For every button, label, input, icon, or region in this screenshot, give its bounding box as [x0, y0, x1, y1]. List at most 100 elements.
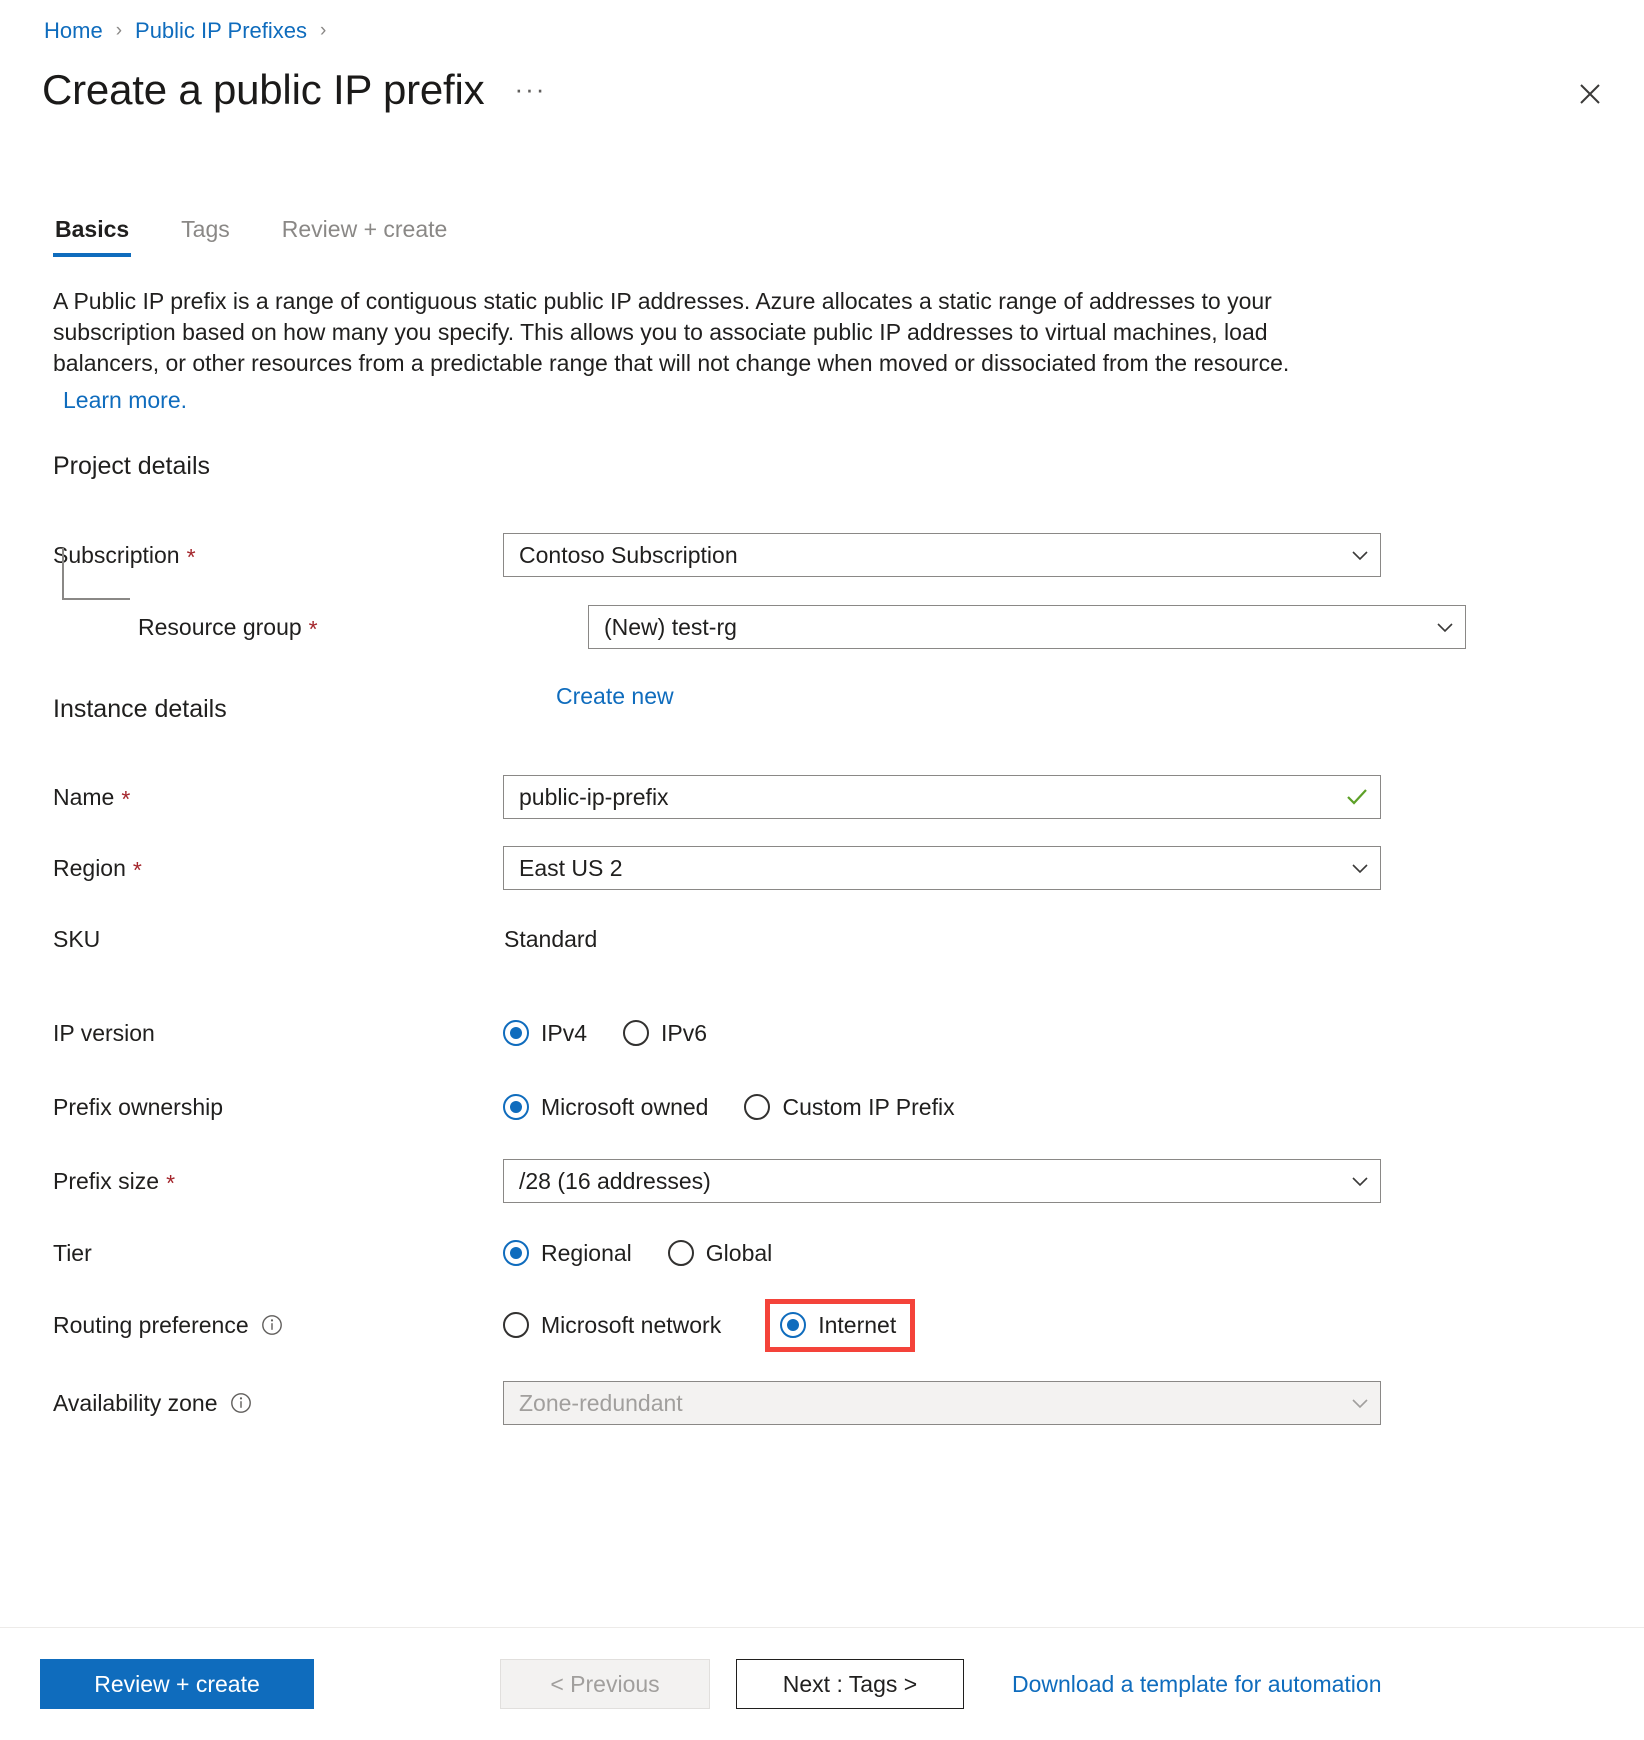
- sku-control: Standard: [503, 926, 1383, 953]
- ip-version-label: IP version: [53, 1020, 503, 1047]
- chevron-down-icon: [1340, 857, 1380, 879]
- region-label: Region *: [53, 855, 503, 882]
- ip-version-label-text: IP version: [53, 1020, 155, 1047]
- form-row-prefix-ownership: Prefix ownership Microsoft owned Custom …: [53, 1082, 1383, 1132]
- prefix-ownership-control: Microsoft owned Custom IP Prefix: [503, 1094, 1383, 1121]
- prefix-ownership-label: Prefix ownership: [53, 1094, 503, 1121]
- breadcrumb-separator-icon-2: ›: [320, 16, 326, 46]
- breadcrumb-item-public-ip-prefixes[interactable]: Public IP Prefixes: [135, 16, 307, 46]
- ip-version-control: IPv4 IPv6: [503, 1020, 1383, 1047]
- ip-version-radio-group: IPv4 IPv6: [503, 1020, 707, 1047]
- subscription-dropdown[interactable]: Contoso Subscription: [503, 533, 1381, 577]
- resource-group-tree-connector: [62, 548, 130, 600]
- tab-review-create[interactable]: Review + create: [280, 212, 450, 257]
- prefix-ownership-radio-group: Microsoft owned Custom IP Prefix: [503, 1094, 955, 1121]
- form-row-ip-version: IP version IPv4 IPv6: [53, 1008, 1383, 1058]
- form-row-prefix-size: Prefix size * /28 (16 addresses): [53, 1156, 1383, 1206]
- create-public-ip-prefix-blade: Home › Public IP Prefixes › Create a pub…: [0, 0, 1644, 1740]
- radio-custom-ip-prefix-label: Custom IP Prefix: [782, 1094, 954, 1121]
- resource-group-value: (New) test-rg: [589, 614, 1425, 641]
- radio-microsoft-network-label: Microsoft network: [541, 1312, 721, 1339]
- form-row-tier: Tier Regional Global: [53, 1228, 1383, 1278]
- blade-title-row: Create a public IP prefix ···: [42, 62, 546, 118]
- radio-custom-ip-prefix[interactable]: Custom IP Prefix: [744, 1094, 954, 1121]
- region-control: East US 2: [503, 846, 1383, 890]
- tier-label-text: Tier: [53, 1240, 92, 1267]
- info-icon[interactable]: [230, 1392, 252, 1414]
- section-heading-instance-details: Instance details: [53, 695, 227, 724]
- name-label-text: Name: [53, 784, 114, 811]
- breadcrumb-item-home[interactable]: Home: [44, 16, 103, 46]
- info-icon[interactable]: [261, 1314, 283, 1336]
- download-template-link[interactable]: Download a template for automation: [1012, 1671, 1382, 1698]
- review-create-button[interactable]: Review + create: [40, 1659, 314, 1709]
- prefix-size-label-text: Prefix size: [53, 1168, 159, 1195]
- region-value: East US 2: [504, 855, 1340, 882]
- radio-ipv6[interactable]: IPv6: [623, 1020, 707, 1047]
- radio-internet[interactable]: Internet: [780, 1312, 896, 1339]
- routing-preference-control: Microsoft network Internet: [503, 1299, 1383, 1352]
- breadcrumb-separator-icon: ›: [116, 16, 122, 46]
- sku-label: SKU: [53, 926, 503, 953]
- radio-dot-icon: [668, 1240, 694, 1266]
- form-row-sku: SKU Standard: [53, 914, 1383, 964]
- chevron-down-icon: [1340, 1392, 1380, 1414]
- blade-description: A Public IP prefix is a range of contigu…: [53, 286, 1323, 416]
- radio-internet-label: Internet: [818, 1312, 896, 1339]
- availability-zone-value: Zone-redundant: [504, 1390, 1340, 1417]
- availability-zone-dropdown: Zone-redundant: [503, 1381, 1381, 1425]
- close-button[interactable]: [1564, 68, 1616, 120]
- required-asterisk: *: [309, 618, 318, 641]
- blade-footer: Review + create < Previous Next : Tags >…: [0, 1628, 1644, 1740]
- breadcrumb: Home › Public IP Prefixes ›: [44, 16, 339, 46]
- radio-dot-icon: [503, 1094, 529, 1120]
- name-input[interactable]: public-ip-prefix: [503, 775, 1381, 819]
- internet-option-highlight: Internet: [765, 1299, 915, 1352]
- chevron-down-icon: [1340, 1170, 1380, 1192]
- subscription-control: Contoso Subscription: [503, 533, 1383, 577]
- region-dropdown[interactable]: East US 2: [503, 846, 1381, 890]
- create-new-resource-group-link[interactable]: Create new: [556, 683, 674, 710]
- learn-more-link[interactable]: Learn more.: [63, 385, 187, 416]
- radio-regional-label: Regional: [541, 1240, 632, 1267]
- chevron-down-icon: [1340, 544, 1380, 566]
- name-control: public-ip-prefix: [503, 775, 1383, 819]
- radio-regional[interactable]: Regional: [503, 1240, 632, 1267]
- radio-microsoft-network[interactable]: Microsoft network: [503, 1312, 721, 1339]
- radio-dot-icon: [623, 1020, 649, 1046]
- form-row-routing-preference: Routing preference Microsoft network: [53, 1300, 1383, 1350]
- chevron-down-icon: [1425, 616, 1465, 638]
- radio-global[interactable]: Global: [668, 1240, 772, 1267]
- radio-microsoft-owned-label: Microsoft owned: [541, 1094, 708, 1121]
- prefix-size-dropdown[interactable]: /28 (16 addresses): [503, 1159, 1381, 1203]
- tab-tags[interactable]: Tags: [179, 212, 232, 257]
- form-row-availability-zone: Availability zone Zone-redundant: [53, 1378, 1383, 1428]
- radio-ipv4[interactable]: IPv4: [503, 1020, 587, 1047]
- form-row-name: Name * public-ip-prefix: [53, 772, 1383, 822]
- sku-value: Standard: [503, 926, 597, 953]
- resource-group-label-text: Resource group: [138, 614, 302, 641]
- name-label: Name *: [53, 784, 503, 811]
- tab-basics[interactable]: Basics: [53, 212, 131, 257]
- close-icon: [1575, 79, 1605, 109]
- form-row-resource-group: Resource group * (New) test-rg: [53, 602, 1383, 652]
- sku-label-text: SKU: [53, 926, 100, 953]
- page-title: Create a public IP prefix: [42, 62, 484, 118]
- resource-group-dropdown[interactable]: (New) test-rg: [588, 605, 1466, 649]
- availability-zone-label-text: Availability zone: [53, 1390, 218, 1417]
- radio-microsoft-owned[interactable]: Microsoft owned: [503, 1094, 708, 1121]
- resource-group-control: (New) test-rg: [588, 605, 1466, 649]
- required-asterisk: *: [166, 1172, 175, 1195]
- tier-control: Regional Global: [503, 1240, 1383, 1267]
- name-value: public-ip-prefix: [504, 784, 1334, 811]
- required-asterisk: *: [187, 546, 196, 569]
- availability-zone-control: Zone-redundant: [503, 1381, 1383, 1425]
- more-options-icon[interactable]: ···: [514, 79, 546, 99]
- description-text: A Public IP prefix is a range of contigu…: [53, 288, 1289, 376]
- resource-group-label: Resource group *: [53, 614, 588, 641]
- previous-button: < Previous: [500, 1659, 710, 1709]
- next-tags-button[interactable]: Next : Tags >: [736, 1659, 964, 1709]
- routing-preference-label: Routing preference: [53, 1312, 503, 1339]
- form-row-subscription: Subscription * Contoso Subscription: [53, 530, 1383, 580]
- tier-radio-group: Regional Global: [503, 1240, 772, 1267]
